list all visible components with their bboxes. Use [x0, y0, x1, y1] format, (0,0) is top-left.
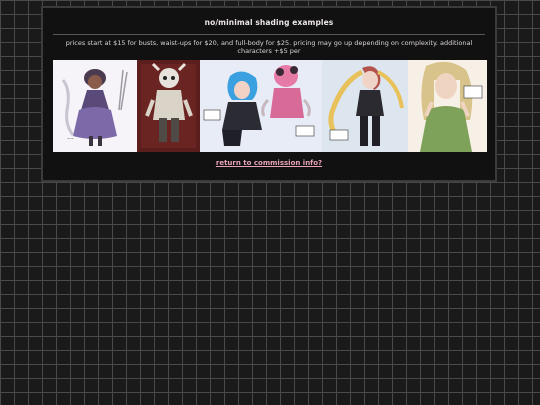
blonde-hair-green-top-art[interactable]: [408, 60, 487, 152]
title-divider: [53, 34, 485, 35]
long-red-hair-character-art[interactable]: [322, 60, 408, 152]
content-panel: no/minimal shading examples prices start…: [41, 6, 497, 182]
purple-dress-character-art[interactable]: ~~: [53, 60, 137, 152]
skeleton-mask-character-art[interactable]: [137, 60, 200, 152]
examples-gallery: ~~: [53, 60, 487, 152]
svg-text:~~: ~~: [67, 136, 74, 141]
return-to-commission-info-link[interactable]: return to commission info?: [216, 159, 322, 167]
blue-hair-and-pink-creature-art[interactable]: [200, 60, 322, 152]
page-title: no/minimal shading examples: [204, 18, 334, 27]
pricing-description: prices start at $15 for busts, waist-ups…: [65, 39, 473, 56]
return-link-row: return to commission info?: [43, 159, 495, 167]
